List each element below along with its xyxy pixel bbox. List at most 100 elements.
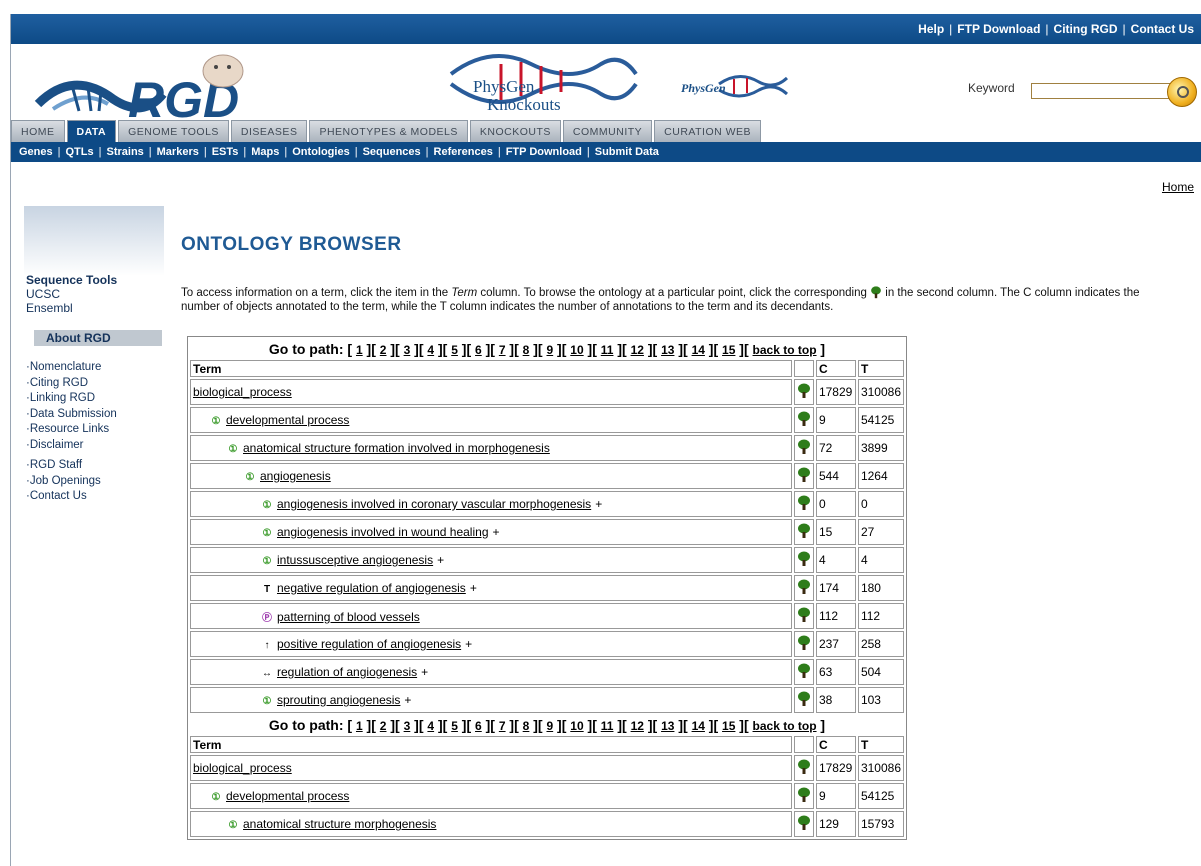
goto-path-link[interactable]: 1 [356,719,363,733]
term-link[interactable]: sprouting angiogenesis [277,693,400,707]
sidebar-link[interactable]: Data Submission [26,407,117,423]
tab-curation-web[interactable]: CURATION WEB [654,120,762,142]
goto-path-link[interactable]: 15 [722,719,735,733]
goto-path-link[interactable]: 1 [356,343,363,357]
subnav-references[interactable]: References [434,146,493,158]
goto-path-link[interactable]: 5 [451,719,458,733]
tree-icon[interactable] [797,787,811,803]
goto-path-link[interactable]: 13 [661,343,674,357]
subnav-submit-data[interactable]: Submit Data [595,146,659,158]
tab-data[interactable]: DATA [66,120,117,142]
tree-icon[interactable] [797,411,811,427]
goto-path-link[interactable]: 4 [427,343,434,357]
term-link[interactable]: regulation of angiogenesis [277,665,417,679]
subnav-qtls[interactable]: QTLs [66,146,94,158]
goto-path-link[interactable]: 5 [451,343,458,357]
term-link[interactable]: anatomical structure morphogenesis [243,817,436,831]
sidebar-link[interactable]: Disclaimer [26,438,117,454]
term-link[interactable]: anatomical structure formation involved … [243,441,550,455]
term-link[interactable]: negative regulation of angiogenesis [277,581,466,595]
goto-path-link[interactable]: 13 [661,719,674,733]
goto-path-link[interactable]: 12 [631,343,644,357]
subnav-sequences[interactable]: Sequences [363,146,421,158]
goto-path-link[interactable]: 9 [546,719,553,733]
tab-genome-tools[interactable]: GENOME TOOLS [118,120,229,142]
keyword-input[interactable] [1031,83,1173,99]
sidebar-link[interactable]: Contact Us [26,489,101,505]
goto-path-link[interactable]: 10 [570,719,583,733]
subnav-ontologies[interactable]: Ontologies [292,146,349,158]
sidebar-link[interactable]: Nomenclature [26,360,117,376]
term-link[interactable]: intussusceptive angiogenesis [277,553,433,567]
tree-icon[interactable] [797,523,811,539]
goto-path-link[interactable]: 11 [601,343,614,357]
goto-path-link[interactable]: 3 [404,719,411,733]
goto-path-link[interactable]: 9 [546,343,553,357]
subnav-markers[interactable]: Markers [157,146,199,158]
tab-knockouts[interactable]: KNOCKOUTS [469,120,561,142]
sidebar-link[interactable]: Resource Links [26,422,117,438]
subnav-maps[interactable]: Maps [251,146,279,158]
tree-icon[interactable] [797,691,811,707]
goto-path-link[interactable]: 2 [380,719,387,733]
goto-path-link[interactable]: 10 [570,343,583,357]
physgen-knockouts-logo[interactable]: PhysGen Knockouts [431,44,641,126]
goto-path-link[interactable]: 12 [631,719,644,733]
back-to-top-link[interactable]: back to top [753,719,817,733]
tree-icon[interactable] [797,635,811,651]
term-link[interactable]: developmental process [226,789,349,803]
tree-icon[interactable] [797,467,811,483]
tab-community[interactable]: COMMUNITY [562,120,653,142]
subnav-ftp-download[interactable]: FTP Download [506,146,582,158]
physgen-logo[interactable]: PhysGen [679,66,789,106]
back-to-top-link[interactable]: back to top [753,343,817,357]
home-link[interactable]: Home [1162,180,1194,194]
tree-icon[interactable] [797,383,811,399]
tab-home[interactable]: HOME [11,120,65,142]
tree-icon[interactable] [797,663,811,679]
subnav-ests[interactable]: ESTs [212,146,239,158]
sidebar-link[interactable]: Job Openings [26,474,101,490]
tree-icon[interactable] [797,815,811,831]
sidebar-link[interactable]: Citing RGD [26,376,117,392]
term-link[interactable]: developmental process [226,413,349,427]
sidebar-link[interactable]: Linking RGD [26,391,117,407]
goto-path-link[interactable]: 6 [475,719,482,733]
subnav-genes[interactable]: Genes [19,146,53,158]
top-link[interactable]: Citing RGD [1054,22,1118,36]
goto-path-link[interactable]: 7 [499,719,506,733]
tab-diseases[interactable]: DISEASES [230,120,308,142]
tree-icon[interactable] [797,607,811,623]
goto-path-link[interactable]: 8 [523,343,530,357]
goto-path-link[interactable]: 2 [380,343,387,357]
tree-icon[interactable] [797,579,811,595]
ucsc-link[interactable]: UCSC [26,287,60,301]
tab-phenotypes-models[interactable]: PHENOTYPES & MODELS [309,120,468,142]
search-button[interactable] [1167,77,1197,107]
goto-path-link[interactable]: 14 [692,719,705,733]
rgd-logo[interactable]: RGD [33,49,273,129]
term-link[interactable]: angiogenesis [260,469,331,483]
term-link[interactable]: biological_process [193,761,292,775]
goto-path-link[interactable]: 15 [722,343,735,357]
goto-path-link[interactable]: 11 [601,719,614,733]
term-link[interactable]: angiogenesis involved in wound healing [277,525,489,539]
term-link[interactable]: biological_process [193,385,292,399]
term-link[interactable]: positive regulation of angiogenesis [277,637,461,651]
subnav-strains[interactable]: Strains [106,146,143,158]
goto-path-link[interactable]: 14 [692,343,705,357]
term-link[interactable]: angiogenesis involved in coronary vascul… [277,497,591,511]
tree-icon[interactable] [797,439,811,455]
goto-path-link[interactable]: 6 [475,343,482,357]
top-link[interactable]: FTP Download [957,22,1040,36]
tree-icon[interactable] [797,551,811,567]
goto-path-link[interactable]: 8 [523,719,530,733]
tree-icon[interactable] [797,495,811,511]
sidebar-link[interactable]: RGD Staff [26,458,101,474]
term-link[interactable]: patterning of blood vessels [277,610,420,624]
tree-icon[interactable] [797,759,811,775]
top-link[interactable]: Contact Us [1131,22,1194,36]
goto-path-link[interactable]: 4 [427,719,434,733]
top-link[interactable]: Help [918,22,944,36]
ensembl-link[interactable]: Ensembl [26,301,73,315]
